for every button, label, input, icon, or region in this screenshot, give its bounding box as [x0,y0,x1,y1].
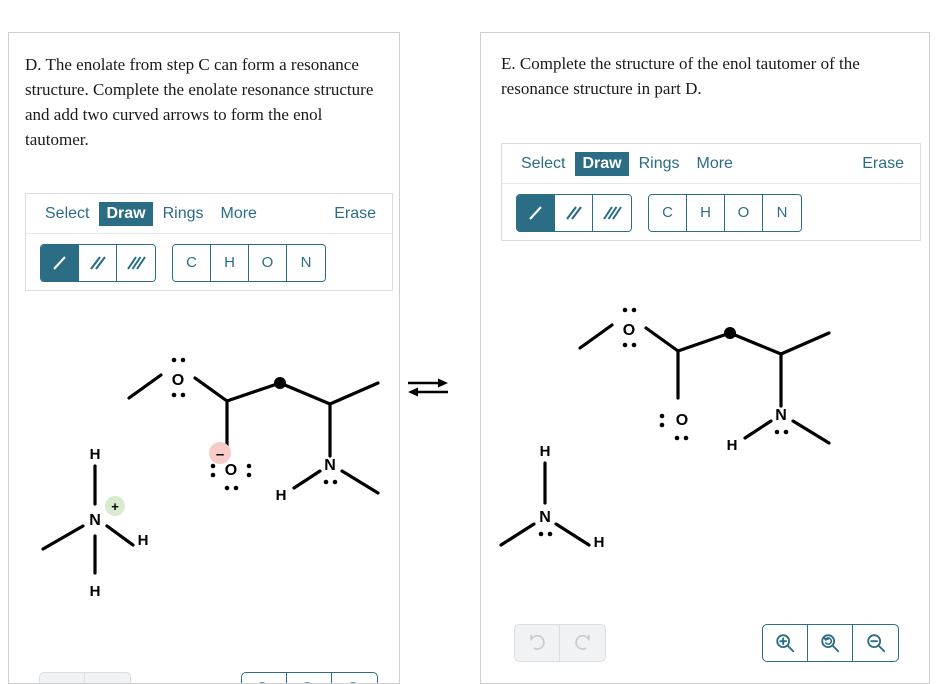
atom-label-amine2-h-top: H [540,443,551,460]
molecule-editor-part-e: Select Draw Rings More Erase C H O N [501,143,921,241]
element-button-o-e[interactable]: O [725,194,763,231]
menu-draw-e[interactable]: Draw [575,151,629,176]
skeletal-bonds-ester [127,373,380,495]
menu-select-e[interactable]: Select [514,152,572,176]
single-bond-icon [52,255,66,270]
equilibrium-arrow [404,368,452,408]
equilibrium-arrow-icon [408,378,448,397]
zoom-in-button-d[interactable] [242,673,287,683]
positive-charge-symbol-d: + [111,499,119,514]
double-bond-icon [89,255,106,270]
editor-tool-bar-d: C H O N [26,234,392,291]
double-bond-button-e[interactable] [555,194,593,231]
triple-bond-button-e[interactable] [593,194,631,231]
double-bond-button-d[interactable] [79,244,117,281]
element-button-c-d[interactable]: C [173,244,211,281]
single-bond-button-d[interactable] [41,244,79,281]
lone-pair-amine-nitrogen-d [323,479,338,485]
skeletal-bonds-ester-e [578,323,831,445]
zoom-out-icon [866,634,885,653]
history-controls-e [514,624,606,662]
exercise-root: D. The enolate from step C can form a re… [0,0,938,684]
element-tool-group-e: C H O N [648,193,802,232]
element-button-h-e[interactable]: H [687,194,725,231]
atom-label-amine2-nitrogen: N [539,509,551,526]
bond-tool-group-d [40,243,156,282]
atom-label-ammonium-nitrogen: N [89,512,101,529]
drawing-canvas-part-e[interactable]: O O N H H N H [481,258,929,618]
element-tool-group-d: C H O N [172,243,326,282]
molecule-editor-part-d: Select Draw Rings More Erase C H O N [25,193,393,291]
atom-label-amine-nitrogen-e: N [775,407,787,424]
menu-more-e[interactable]: More [690,152,740,176]
negative-charge-symbol-d: – [216,446,224,463]
zoom-controls-d [241,672,378,683]
zoom-reset-icon [304,682,311,683]
single-bond-icon [528,205,542,220]
element-button-o-d[interactable]: O [249,244,287,281]
selected-atom-marker-d[interactable] [274,377,286,389]
redo-button-d[interactable] [85,673,130,683]
atom-label-ammonium-h-bottom: H [90,583,101,600]
atom-label-amine-hydrogen-d: H [276,487,287,504]
panel-part-d: D. The enolate from step C can form a re… [8,32,400,684]
triple-bond-icon [127,255,146,270]
atom-label-amine2-h-right: H [594,534,605,551]
zoom-out-button-e[interactable] [853,625,898,661]
atom-label-amine-hydrogen-e: H [727,437,738,454]
skeletal-bonds-amine-e [499,461,591,547]
undo-icon [530,634,545,650]
selected-atom-marker-e[interactable] [724,327,736,339]
atom-label-ester-oxygen-d: O [172,372,184,389]
element-button-c-e[interactable]: C [649,194,687,231]
element-button-h-d[interactable]: H [211,244,249,281]
editor-menu-bar-d: Select Draw Rings More Erase [26,194,392,234]
zoom-reset-icon [821,634,840,653]
zoom-in-button-e[interactable] [763,625,808,661]
menu-erase-e[interactable]: Erase [858,152,908,176]
menu-draw-d[interactable]: Draw [99,201,153,226]
editor-tool-bar-e: C H O N [502,184,920,241]
undo-button-e[interactable] [515,625,560,661]
history-controls-d [39,672,131,683]
double-bond-icon [565,205,582,220]
zoom-reset-button-e[interactable] [808,625,853,661]
undo-button-d[interactable] [40,673,85,683]
element-button-n-d[interactable]: N [287,244,325,281]
lone-pair-amine-nitrogen-e [774,429,789,435]
atom-label-enolate-oxygen-d: O [225,462,237,479]
element-button-n-e[interactable]: N [763,194,801,231]
redo-button-e[interactable] [560,625,605,661]
lone-pair-amine2-nitrogen [538,531,553,537]
menu-more-d[interactable]: More [214,202,264,226]
menu-rings-e[interactable]: Rings [632,152,687,176]
menu-select-d[interactable]: Select [38,202,96,226]
triple-bond-icon [603,205,622,220]
zoom-in-icon [776,634,795,653]
atom-label-ester-oxygen-e: O [623,322,635,339]
zoom-out-button-d[interactable] [332,673,377,683]
panel-part-e: E. Complete the structure of the enol ta… [480,32,930,684]
atom-label-ammonium-h-top: H [90,446,101,463]
triple-bond-button-d[interactable] [117,244,155,281]
atom-label-carbonyl-oxygen-e: O [676,412,688,429]
prompt-part-e: E. Complete the structure of the enol ta… [501,54,860,98]
zoom-controls-e [762,624,899,662]
prompt-part-d: D. The enolate from step C can form a re… [25,55,374,149]
atom-label-amine-nitrogen-d: N [324,457,336,474]
atom-label-ammonium-h-right: H [138,532,149,549]
redo-icon [574,634,590,650]
zoom-in-icon [259,682,266,683]
zoom-reset-button-d[interactable] [287,673,332,683]
skeletal-bonds-ammonium [41,464,135,575]
single-bond-button-e[interactable] [517,194,555,231]
bond-tool-group-e [516,193,632,232]
menu-rings-d[interactable]: Rings [156,202,211,226]
drawing-canvas-part-d[interactable]: O – O N H H N + H H [9,308,399,618]
zoom-out-icon [349,682,356,683]
editor-menu-bar-e: Select Draw Rings More Erase [502,144,920,184]
menu-erase-d[interactable]: Erase [330,202,380,226]
